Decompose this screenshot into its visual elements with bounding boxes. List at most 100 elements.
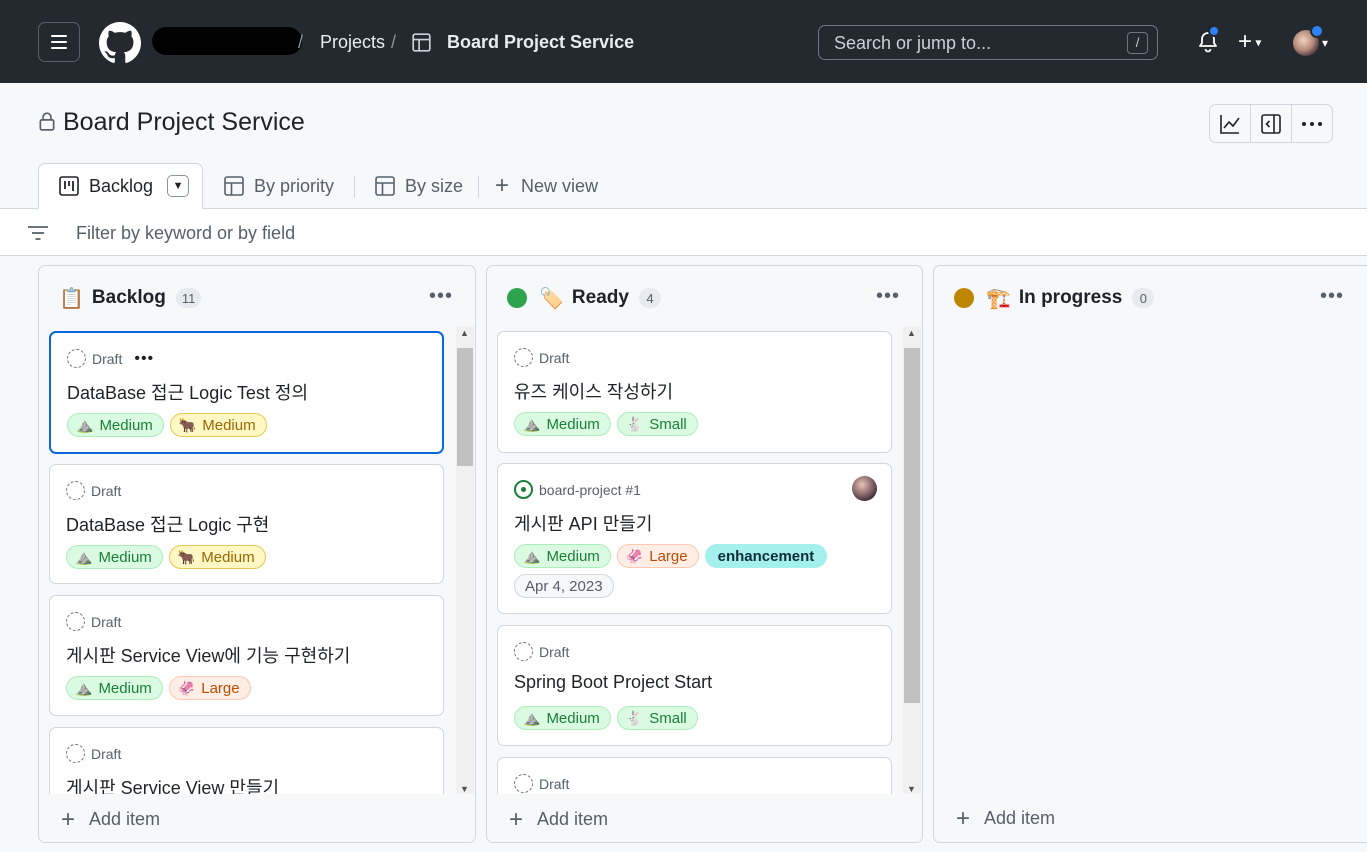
column-menu-button[interactable]: •••: [429, 285, 453, 308]
item-count: 0: [1132, 288, 1155, 308]
card[interactable]: Draft ••• DataBase 접근 Logic Test 정의 ⛰️ Me…: [49, 331, 444, 454]
project-header: [0, 83, 1367, 209]
card-type: Draft: [91, 482, 122, 499]
view-options-caret-icon[interactable]: ▼: [167, 175, 190, 197]
filter-input[interactable]: Filter by keyword or by field: [76, 223, 295, 244]
card-type[interactable]: board-project #1: [539, 482, 641, 498]
label-chip[interactable]: 🐂 Medium: [168, 545, 266, 569]
table-icon: [375, 176, 395, 196]
label-chip[interactable]: 🦑 Large: [168, 676, 251, 700]
card[interactable]: Draft 게시판 Service View에 기능 구현하기 ⛰️ Medium…: [49, 595, 444, 716]
label-chip[interactable]: 🐇 Small: [616, 706, 698, 730]
notification-indicator: [1208, 25, 1220, 37]
add-item-button[interactable]: + Add item: [509, 807, 608, 831]
global-header: / Projects / Board Project Service Searc…: [0, 0, 1367, 83]
card-menu-button[interactable]: •••: [134, 350, 154, 368]
issue-open-icon: [514, 480, 533, 499]
card[interactable]: board-project #1 게시판 API 만들기 ⛰️ Medium 🦑 L…: [497, 463, 892, 614]
card-title[interactable]: DataBase 접근 Logic 구현: [66, 511, 269, 537]
squid-icon: 🦑: [177, 679, 196, 696]
rabbit-icon: 🐇: [625, 709, 644, 726]
card[interactable]: Draft DataBase 접근 Logic 구현 ⛰️ Medium 🐂 Med…: [49, 464, 444, 584]
card-type: Draft: [91, 745, 122, 762]
mountain-icon: ⛰️: [523, 415, 541, 432]
clipboard-icon: 📋: [59, 287, 84, 310]
label-chip[interactable]: 🐇 Small: [616, 412, 698, 436]
more-options-button[interactable]: [1292, 105, 1332, 142]
draft-icon: [514, 348, 533, 367]
card-title[interactable]: 유즈 케이스 작성하기: [514, 378, 673, 404]
label-chip[interactable]: ⛰️ Medium: [66, 545, 163, 569]
breadcrumb-projects-link[interactable]: Projects: [320, 32, 385, 53]
column-menu-button[interactable]: •••: [1320, 285, 1344, 308]
project-title: Board Project Service: [63, 108, 305, 136]
tab-label: New view: [521, 175, 599, 196]
caret-down-icon[interactable]: ▾: [1322, 36, 1328, 50]
card-meta: Draft •••: [67, 349, 154, 368]
label-chip[interactable]: ⛰️ Medium: [67, 413, 164, 437]
scroll-down-arrow-icon[interactable]: ▼: [907, 784, 916, 794]
label-chip[interactable]: ⛰️ Medium: [514, 706, 611, 730]
scroll-down-arrow-icon[interactable]: ▼: [460, 784, 469, 794]
scroll-thumb[interactable]: [904, 348, 920, 703]
scroll-up-arrow-icon[interactable]: ▲: [907, 328, 916, 338]
label-text: Large: [201, 679, 240, 697]
side-panel-button[interactable]: [1251, 105, 1292, 142]
search-input[interactable]: Search or jump to... /: [818, 25, 1158, 60]
tab-label: Backlog: [89, 175, 154, 196]
github-logo-icon[interactable]: [99, 22, 141, 64]
draft-icon: [66, 612, 85, 631]
add-item-button[interactable]: + Add item: [61, 807, 161, 831]
create-new-button[interactable]: + ▾: [1238, 30, 1261, 55]
column-menu-button[interactable]: •••: [876, 285, 900, 308]
card-title[interactable]: 게시판 Service View에 기능 구현하기: [66, 642, 350, 668]
label-chip[interactable]: ⛰️ Medium: [514, 544, 611, 568]
column-scrollbar[interactable]: ▲ ▼: [456, 326, 474, 796]
label-chip[interactable]: ⛰️ Medium: [514, 412, 611, 436]
breadcrumb-separator: /: [391, 32, 397, 52]
date-chip[interactable]: Apr 4, 2023: [514, 574, 614, 598]
label-chip-enhancement[interactable]: enhancement: [704, 544, 828, 568]
scroll-up-arrow-icon[interactable]: ▲: [460, 328, 469, 338]
add-item-button[interactable]: + Add item: [956, 804, 1056, 832]
insights-button[interactable]: [1210, 105, 1251, 142]
breadcrumb-current-project[interactable]: Board Project Service: [447, 32, 634, 53]
card-title[interactable]: 게시판 API 만들기: [514, 510, 652, 536]
card-meta: Draft: [514, 774, 569, 793]
mountain-icon: ⛰️: [75, 679, 93, 696]
filter-icon[interactable]: [27, 224, 49, 242]
search-shortcut-key: /: [1127, 32, 1148, 54]
label-text: Small: [649, 709, 687, 727]
card[interactable]: Draft Spring Boot Project Start ⛰️ Medium…: [497, 625, 892, 746]
card-meta: Draft: [514, 348, 569, 367]
tab-by-size[interactable]: By size: [375, 163, 463, 209]
card[interactable]: Draft 유즈 케이스 작성하기 ⛰️ Medium 🐇 Small: [497, 331, 892, 453]
add-item-label: Add item: [984, 808, 1056, 828]
card-labels: ⛰️ Medium 🐇 Small: [514, 706, 884, 730]
lock-icon: [39, 112, 55, 131]
label-chip[interactable]: 🦑 Large: [616, 544, 699, 568]
plus-icon: +: [956, 804, 971, 832]
card-title[interactable]: DataBase 접근 Logic Test 정의: [67, 379, 308, 405]
label-chip[interactable]: ⛰️ Medium: [66, 676, 163, 700]
sidebar-expand-icon: [1261, 113, 1281, 134]
scroll-thumb[interactable]: [457, 348, 473, 466]
card-title[interactable]: Spring Boot Project Start: [514, 672, 712, 693]
tab-backlog[interactable]: Backlog ▼: [38, 163, 203, 209]
card-meta: Draft: [66, 744, 121, 763]
column-title: In progress: [1018, 287, 1123, 308]
column-scrollbar[interactable]: ▲ ▼: [903, 326, 921, 796]
column-header: 🏗️ In progress 0: [954, 286, 1155, 310]
label-chip[interactable]: 🐂 Medium: [169, 413, 267, 437]
card-labels: ⛰️ Medium 🦑 Large: [66, 676, 436, 700]
status-dot-green: [507, 288, 527, 308]
add-item-label: Add item: [89, 809, 161, 829]
plus-icon: +: [495, 172, 510, 199]
new-view-button[interactable]: + New view: [495, 163, 598, 209]
card-type: Draft: [539, 643, 570, 660]
draft-icon: [66, 744, 85, 763]
assignee-avatar[interactable]: [852, 476, 877, 501]
hamburger-menu-button[interactable]: [38, 22, 80, 62]
tab-by-priority[interactable]: By priority: [224, 163, 334, 209]
card-labels: ⛰️ Medium 🐇 Small: [514, 412, 884, 436]
